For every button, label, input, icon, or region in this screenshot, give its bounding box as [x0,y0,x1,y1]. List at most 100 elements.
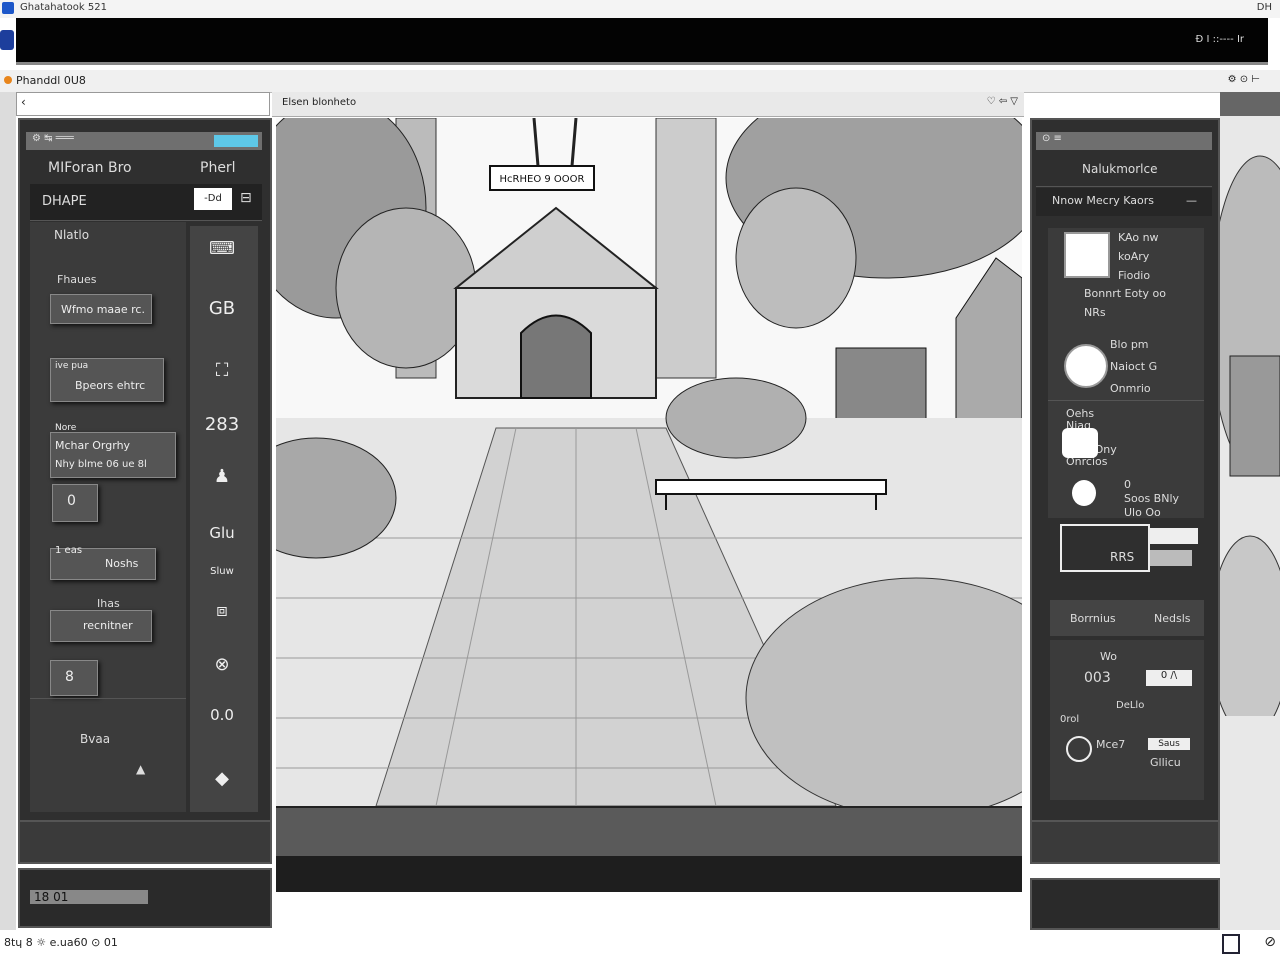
tools-column: ⌨ GB ⛶ 283 ♟ Glu Sluw ⧈ ⊗ 0.0 ◆ [190,226,258,812]
tool-diamond-icon[interactable]: ◆ [190,768,254,789]
lower-value-1[interactable]: 003 [1084,670,1111,686]
shape-label: DHAPE [42,194,87,209]
tab-borrnius[interactable]: Borrnius [1070,612,1116,625]
app-title-bar: Phanddl 0U8 ⚙ ⊙ ⊢ [0,70,1280,93]
right-header-divider [1036,186,1212,187]
left-edge-strip [0,92,16,932]
left-panel-row: DHAPE -Dd ⊟ [30,184,262,221]
layer-card-2-small: ive pua [55,361,89,371]
right-strip-topbar [1220,92,1280,116]
layer-card-5-small: 1 eas [55,545,83,556]
left-panel-footer-bar [18,820,272,864]
result-btn-bottom[interactable] [1150,550,1192,566]
lower-label-3: 0rol [1060,714,1080,725]
image-canvas[interactable]: HcRHEO 9 OOOR [276,118,1022,806]
right-strip-illustration [1220,155,1280,716]
tool-frame-icon[interactable]: ⛶ [190,360,254,381]
shape-field[interactable]: -Dd [194,188,232,210]
layer-card-1-small: Fhaues [57,273,97,286]
canvas-footer [276,856,1022,892]
right-panel-topbar-icon: ⊙ ≡ [1042,133,1062,144]
lower-label-5: Gllicu [1150,756,1181,769]
left-address-bar[interactable]: ‹ [16,92,270,116]
layer-card-3-line1: Mchar Orgrhy [55,439,131,452]
tool-box-icon[interactable]: ⧈ [190,600,254,621]
layer-card-5[interactable]: 1 eas Noshs [50,545,156,580]
tool-pawn-icon[interactable]: ♟ [190,466,254,487]
lower-toggle[interactable]: 0 /\ [1146,670,1192,686]
tool-gb-icon[interactable]: GB [190,298,254,319]
gate-sign-text: HcRHEO 9 OOOR [500,174,585,185]
lower-label-1: Wo [1100,650,1117,663]
layer-card-3-small: Nore [55,423,77,433]
right-items-list: KAo nw koAry Fiodio Bonnrt Eoty oo NRs B… [1048,228,1204,519]
layer-card-1[interactable]: Fhaues Wfmo maae rc. [50,273,152,324]
left-panel-topbar: ⚙ ↹ ═══ [26,132,262,150]
left-panel-header-right: Pherl [200,160,236,176]
shape-settings-icon[interactable]: ⊟ [240,190,252,206]
tool-glu[interactable]: Glu [190,524,254,542]
left-layers-column: Nlatlo Fhaues Wfmo maae rc. ive pua Bpeo… [30,222,186,812]
lower-label-2: DeLlo [1116,700,1145,711]
layer-card-7[interactable]: 8 [50,660,98,696]
status-bar: 8tɥ 8 ☼ e.ua60 ⊙ 01 ⊘ [0,930,1280,960]
tool-zoom-value[interactable]: 0.0 [190,706,254,724]
item-thumb-5[interactable] [1072,480,1096,506]
document-tab-bar: Elsen blonheto ♡ ⇦ ▽ [272,92,1024,117]
layer-card-6[interactable]: Ihas recnitner [50,597,152,642]
layer-card-4-label: 0 [67,493,76,509]
layers-section-label: Nlatlo [54,228,90,242]
app-title-controls[interactable]: ⚙ ⊙ ⊢ [1228,74,1260,85]
layer-card-2[interactable]: ive pua Bpeors ehtrc [50,358,164,402]
item-thumb-3[interactable] [1064,344,1108,388]
left-panel-topbar-icons: ⚙ ↹ ═══ [32,133,74,144]
status-text: 8tɥ 8 ☼ e.ua60 ⊙ 01 [4,936,118,949]
right-panel-topbar: ⊙ ≡ [1036,132,1212,150]
canvas-timeline[interactable] [276,806,1022,856]
left-panel-progress [214,135,258,147]
layer-card-6-label: recnitner [83,619,133,632]
tab-actions[interactable]: ♡ ⇦ ▽ [987,96,1018,107]
items-divider [1048,400,1204,401]
os-window-controls[interactable]: DH [1257,2,1272,13]
layer-card-3-line2: Nhy blme 06 ue 8l [55,459,147,470]
top-toolbar: Ð I ::---- Ir [16,18,1268,65]
right-panel-header: Nalukmorlce [1082,162,1158,176]
tool-number[interactable]: 283 [190,414,254,435]
right-result-buttons[interactable] [1150,524,1200,568]
right-subheader-dash-icon: — [1186,194,1197,207]
left-tools-panel: ⚙ ↹ ═══ MIForan Bro Pherl DHAPE -Dd ⊟ Nl… [18,118,272,864]
app-title: Phanddl 0U8 [16,74,86,87]
tool-keyboard-icon[interactable]: ⌨ [190,238,254,259]
lower-badge[interactable]: Saus [1148,738,1190,750]
result-btn-top[interactable] [1150,528,1198,544]
document-tab[interactable]: Elsen blonheto [282,97,356,108]
tool-sluw[interactable]: Sluw [190,566,254,577]
right-properties-panel: ⊙ ≡ Nalukmorlce Nnow Mecry Kaors — KAo n… [1030,118,1220,864]
lower-label-4: Mce7 [1096,738,1126,751]
tool-cross-icon[interactable]: ⊗ [190,654,254,675]
status-settings-icon[interactable]: ⊘ [1264,934,1276,950]
item-5-label: 0 Soos BNly Ulo Oo [1124,478,1180,519]
right-result-box[interactable]: RRS [1060,524,1150,572]
layer-card-3[interactable]: Nore Mchar Orgrhy Nhy blme 06 ue 8l [50,423,176,478]
status-right-icon[interactable] [1222,934,1240,954]
right-panel-subheader: Nnow Mecry Kaors [1052,194,1155,207]
tab-nedsls[interactable]: Nedsls [1154,612,1191,625]
layer-card-1-label: Wfmo maae rc. [61,303,145,316]
layer-card-4[interactable]: 0 [52,484,98,522]
item-thumb-1[interactable] [1064,232,1110,278]
right-subheader-bar: Nnow Mecry Kaors — [1036,188,1212,216]
item-2-label: Bonnrt Eoty oo NRs [1084,287,1167,319]
lower-compass-icon[interactable] [1066,736,1092,762]
back-icon[interactable]: ‹ [21,95,26,109]
item-thumb-4[interactable] [1062,428,1098,458]
item-3-label: Blo pm Naioct G Onmrio [1110,338,1158,395]
right-edge-strip [1220,92,1280,932]
layer-card-6-small: Ihas [97,597,120,610]
left-footer: 18 01 [18,868,272,928]
canvas-illustration: HcRHEO 9 OOOR [276,118,1022,806]
right-lower-list: Wo 003 0 /\ DeLlo 0rol Mce7 Saus Gllicu [1050,640,1204,800]
item-6-label: RRS [1110,550,1135,564]
layer-card-5-label: Noshs [105,557,139,570]
